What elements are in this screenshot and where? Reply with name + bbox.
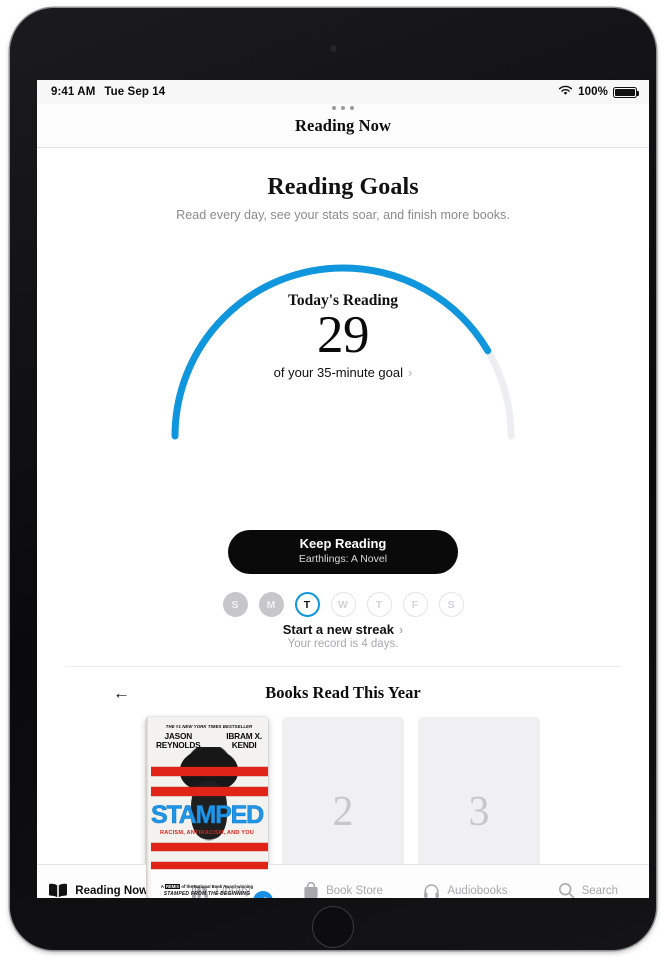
cover-footer-line1: A REMIX of the National Book Award-winni… — [152, 884, 262, 890]
home-button[interactable] — [312, 906, 354, 948]
status-bar-right: 100% — [558, 80, 640, 104]
streak-day-letter: M — [266, 598, 276, 611]
reading-goals-subtitle: Read every day, see your stats soar, and… — [176, 208, 510, 222]
tab-search[interactable]: Search — [527, 882, 649, 898]
status-date: Tue Sep 14 — [104, 86, 166, 98]
book-spine — [146, 717, 151, 898]
battery-full-icon — [613, 86, 640, 98]
streak-day-letter: T — [303, 598, 311, 611]
tab-bar: Reading Now Library Book Store Audiobook… — [37, 864, 649, 898]
tab-book-store[interactable]: Book Store — [282, 882, 404, 898]
status-bar: 9:41 AM Tue Sep 14 100% — [37, 80, 649, 110]
battery-percentage: 100% — [578, 86, 608, 98]
reading-goal-gauge[interactable]: Today's Reading 29 of your 35-minute goa… — [153, 236, 533, 442]
status-bar-left: 9:41 AM Tue Sep 14 — [51, 86, 165, 98]
wifi-icon — [558, 85, 573, 99]
cover-footer-c: of the National Book Award-winning — [180, 884, 254, 890]
cover-bestseller-banner: THE #1 NEW YORK TIMES BESTSELLER — [165, 724, 253, 729]
streak-day-monday[interactable]: M — [258, 592, 284, 617]
nav-bar: Reading Now — [37, 104, 649, 148]
cover-subtitle-text: RACISM, ANTIRACISM, AND YOU — [159, 830, 255, 836]
cover-footer: A REMIX of the National Book Award-winni… — [152, 884, 262, 898]
books-section-header: ← Books Read This Year — [37, 680, 649, 706]
keep-reading-button[interactable]: Keep Reading Earthlings: A Novel — [228, 530, 458, 574]
cover-red-stripe — [146, 843, 268, 851]
keep-reading-book-title: Earthlings: A Novel — [298, 553, 388, 566]
streak-day-wednesday[interactable]: W — [330, 592, 356, 617]
tab-audiobooks[interactable]: Audiobooks — [404, 883, 526, 899]
cover-author-left-line2: REYNOLDS — [156, 739, 201, 750]
status-time: 9:41 AM — [51, 86, 96, 98]
tab-reading-now[interactable]: Reading Now — [37, 883, 159, 898]
cover-red-stripe — [146, 787, 268, 796]
ipad-screen: 9:41 AM Tue Sep 14 100% Reading Now Read… — [37, 80, 649, 898]
streak-day-friday[interactable]: F — [402, 592, 428, 617]
streak-day-letter: T — [375, 598, 383, 611]
tab-label: Reading Now — [75, 884, 149, 897]
cover-author-left: JASON REYNOLDS — [156, 732, 201, 749]
cover-footer-line2: STAMPED FROM THE BEGINNING — [163, 890, 251, 897]
search-icon — [558, 882, 575, 898]
cover-author-right: IBRAM X. KENDI — [226, 732, 262, 749]
streak-day-tuesday[interactable]: T — [294, 592, 320, 617]
slot-number: 2 — [332, 789, 354, 835]
open-book-icon — [48, 883, 68, 898]
cover-author-right-line2: KENDI — [231, 739, 257, 750]
handle-dot — [350, 106, 354, 110]
streak-record-text: Your record is 4 days. — [287, 638, 399, 650]
shopping-bag-icon — [303, 882, 319, 898]
streak-day-letter: S — [231, 598, 239, 611]
chevron-right-icon: › — [408, 365, 413, 381]
goal-link[interactable]: of your 35-minute goal › — [153, 365, 533, 380]
front-camera — [328, 44, 338, 53]
streak-day-letter: F — [411, 598, 419, 611]
main-content: Reading Goals Read every day, see your s… — [37, 174, 649, 898]
keep-reading-label: Keep Reading — [299, 536, 387, 552]
streak-day-sunday[interactable]: S — [222, 592, 248, 617]
headphones-icon — [423, 883, 440, 899]
weekday-streak-row: S M T W T F S — [37, 592, 649, 617]
back-arrow-icon[interactable]: ← — [113, 685, 130, 702]
goal-link-label: of your 35-minute goal — [273, 365, 403, 381]
cover-footer-remix: REMIX — [164, 884, 181, 890]
cover-title-text: STAMPED — [151, 801, 265, 829]
tab-label: Search — [581, 884, 619, 897]
books-read-title: Books Read This Year — [265, 683, 421, 702]
chevron-right-icon: › — [398, 622, 404, 637]
streak-day-letter: S — [447, 598, 455, 611]
minutes-read-value: 29 — [317, 306, 370, 364]
cover-authors: JASON REYNOLDS IBRAM X. KENDI — [153, 732, 265, 749]
tab-label: Book Store — [326, 884, 383, 897]
slot-number: 3 — [468, 789, 490, 835]
tab-label: Audiobooks — [447, 884, 508, 897]
section-divider — [65, 666, 621, 667]
streak-info: Start a new streak › Your record is 4 da… — [37, 622, 649, 650]
reading-goals-title: Reading Goals — [267, 174, 419, 200]
handle-dot — [341, 106, 345, 110]
cover-red-stripe — [146, 862, 268, 869]
gauge-center-text: Today's Reading 29 of your 35-minute goa… — [153, 292, 533, 380]
streak-day-thursday[interactable]: T — [366, 592, 392, 617]
cover-red-stripe — [146, 767, 268, 776]
start-new-streak-link[interactable]: Start a new streak › — [37, 622, 649, 637]
page-title: Reading Now — [295, 115, 391, 135]
streak-day-letter: W — [338, 598, 348, 611]
start-new-streak-label: Start a new streak — [282, 622, 394, 637]
handle-dot — [332, 106, 336, 110]
ipad-device-frame: 9:41 AM Tue Sep 14 100% Reading Now Read… — [10, 8, 656, 950]
streak-day-saturday[interactable]: S — [438, 592, 464, 617]
multitasking-handle[interactable] — [332, 106, 354, 110]
